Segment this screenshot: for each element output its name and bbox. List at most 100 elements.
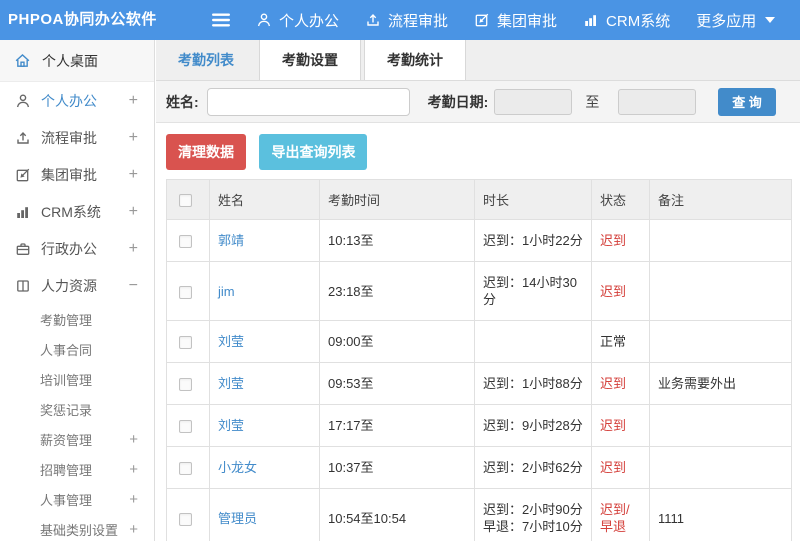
employee-name-link[interactable]: jim [218,284,235,299]
workflow-icon [365,12,381,28]
employee-name-link[interactable]: 郭靖 [218,233,244,248]
row-checkbox[interactable] [179,378,192,392]
employee-name-link[interactable]: 小龙女 [218,460,257,475]
remark-cell [649,446,792,489]
row-checkbox[interactable] [179,462,192,476]
sidebar-subitem-3[interactable]: 培训管理 [0,364,154,394]
home-icon [14,52,31,69]
nav-item-5[interactable]: 更多应用 [696,10,776,31]
expand-icon[interactable]: + [129,240,138,258]
select-all-checkbox[interactable] [179,194,192,208]
sidebar-item-5[interactable]: 行政办公 + [0,230,154,267]
date-from-input[interactable] [494,88,573,115]
sidebar-subitem-label: 薪资管理 [40,432,93,448]
expand-icon[interactable]: + [129,461,138,478]
sidebar-menu: 个人办公 + 流程审批 + 集团审批 + CRM系统 + 行政办公 + 人力资源 − [0,82,154,304]
row-select-cell [166,219,210,262]
duration-cell: 迟到：14小时30分 [474,261,592,321]
caret-down-icon [765,17,776,23]
name-input[interactable] [206,87,410,116]
nav-item-4[interactable]: CRM系统 [583,10,670,31]
collapse-icon[interactable]: − [129,277,138,295]
duration-line-2: 早退：7小时10分 [483,519,583,534]
duration-line: 迟到：2小时62分 [483,460,583,475]
sidebar-item-label: 集团审批 [41,166,97,183]
row-checkbox[interactable] [179,235,192,249]
duration-cell: 迟到：1小时22分 [474,219,592,262]
sidebar-subitem-label: 考勤管理 [40,312,93,328]
remark-cell [649,261,792,321]
table-row: 小龙女 10:37至 迟到：2小时62分 迟到 [166,446,792,489]
duration-line: 迟到：9小时28分 [483,418,583,433]
expand-icon[interactable]: + [129,92,138,110]
remark-cell [649,219,792,262]
status-cell: 迟到 [591,362,650,405]
table-header-row: 姓名 考勤时间 时长 状态 备注 [166,179,792,220]
name-cell: 刘莹 [209,362,320,405]
table-row: 刘莹 17:17至 迟到：9小时28分 迟到 [166,404,792,447]
employee-name-link[interactable]: 刘莹 [218,418,244,433]
row-checkbox[interactable] [179,285,192,299]
sidebar-subitem-1[interactable]: 考勤管理 [0,304,154,334]
date-to-input[interactable] [618,88,697,115]
clean-data-button[interactable]: 清理数据 [166,134,246,170]
chart-icon [14,204,32,220]
sidebar-subitem-label: 奖惩记录 [40,402,93,418]
chart-icon [583,12,599,28]
menu-toggle-button[interactable] [212,13,230,27]
status-cell: 正常 [591,320,650,363]
sidebar-subitem-label: 培训管理 [40,372,93,388]
sidebar-subitem-2[interactable]: 人事合同 [0,334,154,364]
sidebar-subitem-5[interactable]: 薪资管理 + [0,424,154,454]
sidebar-item-6[interactable]: 人力资源 − [0,267,154,304]
sidebar-item-desktop[interactable]: 个人桌面 [0,40,154,82]
sidebar-item-2[interactable]: 流程审批 + [0,119,154,156]
sidebar-subitem-4[interactable]: 奖惩记录 [0,394,154,424]
sidebar-subitem-8[interactable]: 基础类别设置 + [0,514,154,541]
sidebar-subitem-7[interactable]: 人事管理 + [0,484,154,514]
attendance-time-cell: 10:37至 [319,446,475,489]
sidebar-item-label: 个人办公 [41,92,97,109]
tab-3[interactable]: 考勤统计 [364,40,466,80]
employee-name-link[interactable]: 刘莹 [218,334,244,349]
name-cell: 管理员 [209,488,320,541]
attendance-time-cell: 17:17至 [319,404,475,447]
expand-icon[interactable]: + [129,491,138,508]
expand-icon[interactable]: + [129,431,138,448]
main-content: 考勤列表 考勤设置 考勤统计 姓名: 考勤日期: 至 查 询 清理数据 导出查询列表… [156,40,800,541]
name-cell: 刘莹 [209,320,320,363]
export-list-button[interactable]: 导出查询列表 [259,134,368,170]
sidebar-item-4[interactable]: CRM系统 + [0,193,154,230]
employee-name-link[interactable]: 管理员 [218,511,257,526]
tab-2[interactable]: 考勤设置 [259,40,361,80]
nav-item-3[interactable]: 集团审批 [474,10,557,31]
sidebar-subitem-label: 人事管理 [40,492,93,508]
expand-icon[interactable]: + [129,203,138,221]
employee-name-link[interactable]: 刘莹 [218,376,244,391]
action-buttons: 清理数据 导出查询列表 [156,123,800,179]
row-select-cell [166,488,210,541]
nav-item-1[interactable]: 个人办公 [256,10,339,31]
row-checkbox[interactable] [179,512,192,526]
sidebar-item-1[interactable]: 个人办公 + [0,82,154,119]
workflow-icon [14,130,32,146]
sidebar-submenu: 考勤管理 人事合同 培训管理 奖惩记录 薪资管理 + 招聘管理 + 人事管理 + 基础类别设置 + [0,304,154,541]
name-cell: 小龙女 [209,446,320,489]
tab-1[interactable]: 考勤列表 [156,40,256,80]
nav-item-label: 流程审批 [388,12,449,30]
attendance-time-cell: 10:54至10:54 [319,488,475,541]
expand-icon[interactable]: + [129,129,138,147]
expand-icon[interactable]: + [129,166,138,184]
nav-item-2[interactable]: 流程审批 [365,10,448,31]
hamburger-icon [212,13,230,27]
search-button[interactable]: 查 询 [718,87,776,116]
row-checkbox[interactable] [179,420,192,434]
person-icon [256,12,272,28]
sidebar-item-3[interactable]: 集团审批 + [0,156,154,193]
column-header: 状态 [591,179,650,220]
sidebar-subitem-6[interactable]: 招聘管理 + [0,454,154,484]
attendance-time-cell: 09:53至 [319,362,475,405]
table-row: 郭靖 10:13至 迟到：1小时22分 迟到 [166,219,792,262]
row-checkbox[interactable] [179,336,192,350]
expand-icon[interactable]: + [129,521,138,538]
